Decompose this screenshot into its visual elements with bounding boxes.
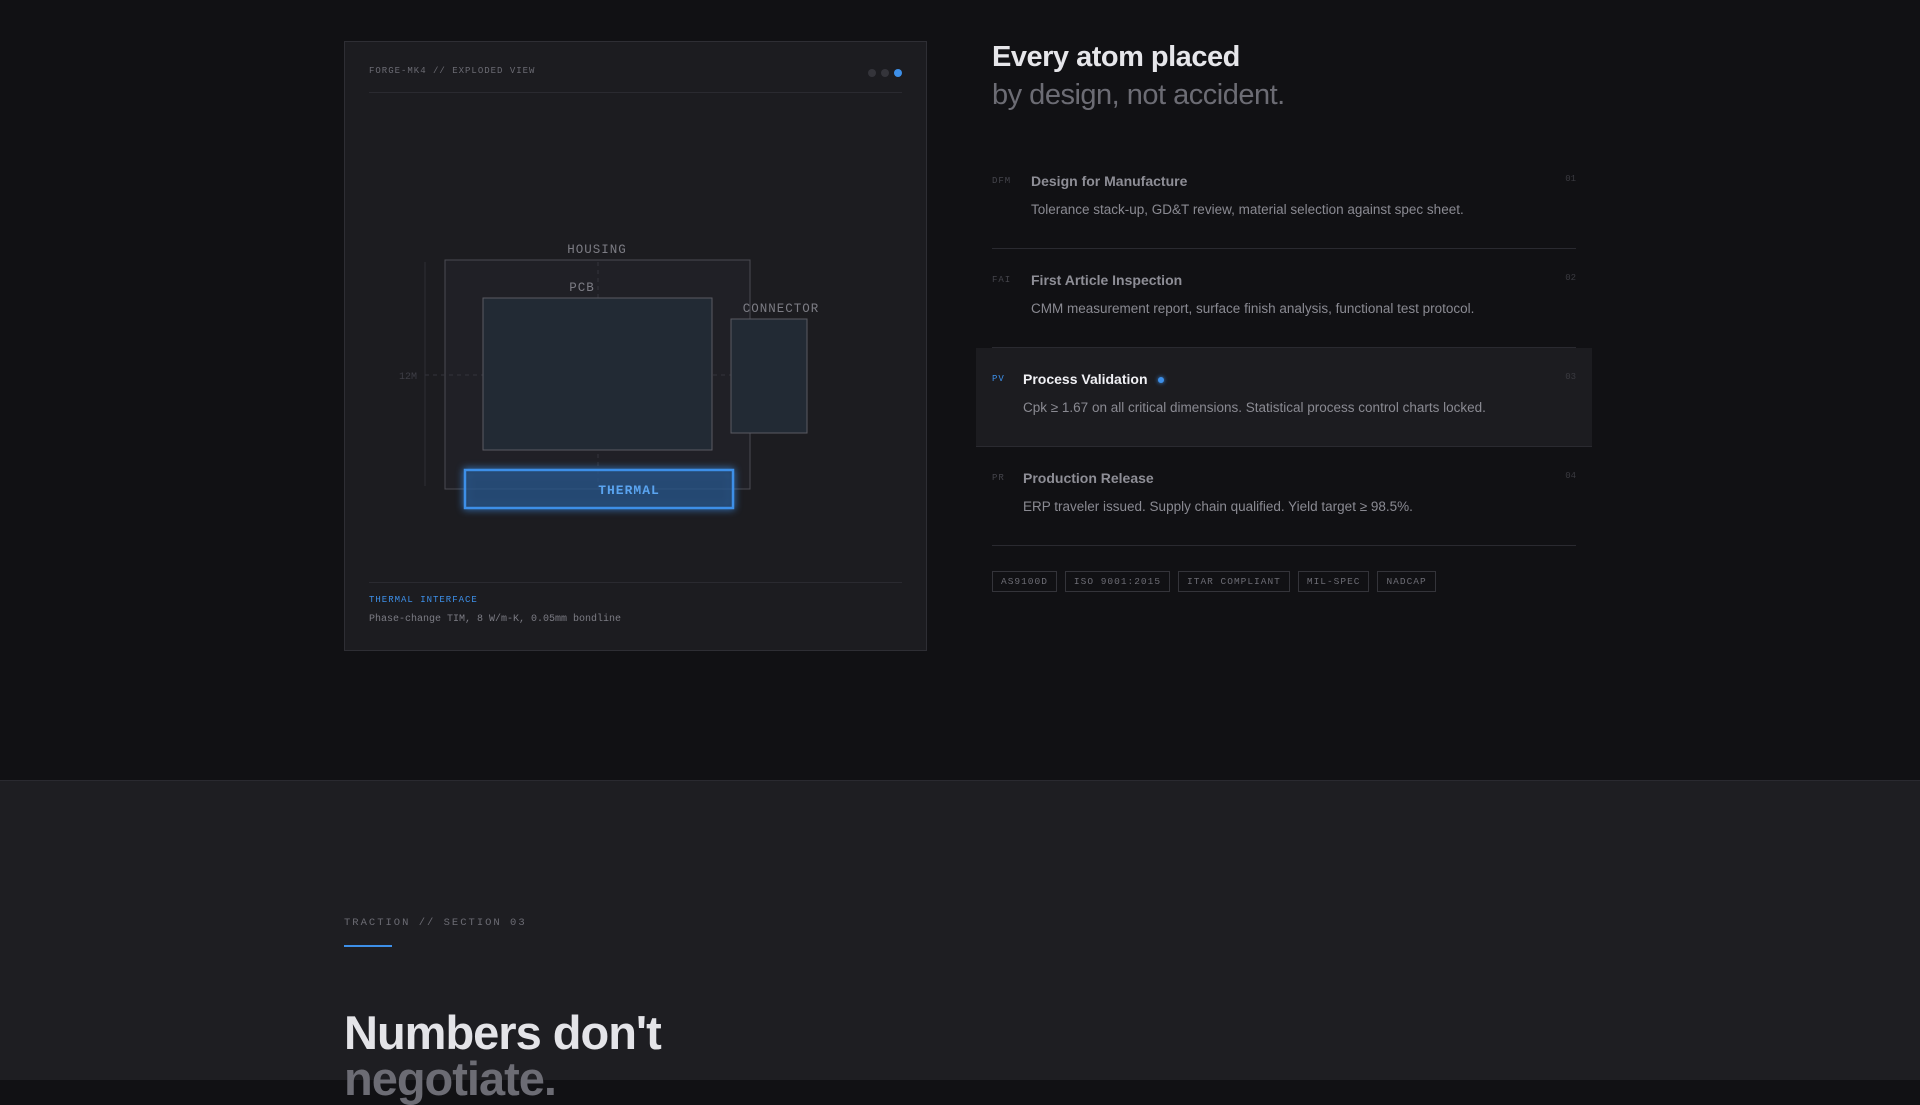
section-headline: Every atom placed [992,41,1240,73]
caption-text: Phase-change TIM, 8 W/m-K, 0.05mm bondli… [369,614,622,625]
process-description: CMM measurement report, surface finish a… [1031,301,1475,316]
process-title: Design for Manufacture [1031,173,1188,189]
thermal-label: THERMAL [598,483,660,498]
process-item-fai[interactable]: FAI First Article Inspection CMM measure… [992,249,1576,348]
process-number: 04 [1565,471,1576,481]
cert-badge-milspec: MIL-SPEC [1297,571,1370,592]
dimension-label: 12M [399,372,417,383]
section-subheadline: by design, not accident. [992,79,1285,111]
process-description: Cpk ≥ 1.67 on all critical dimensions. S… [1023,400,1486,415]
pcb-part[interactable] [482,297,713,451]
process-description: Tolerance stack-up, GD&T review, materia… [1031,202,1464,217]
connector-label: CONNECTOR [743,302,820,316]
process-list: DFM Design for Manufacture Tolerance sta… [976,150,1592,546]
process-abbr: PV [992,374,1005,384]
process-description: ERP traveler issued. Supply chain qualif… [1023,499,1413,514]
process-item-pv[interactable]: PV Process Validation Cpk ≥ 1.67 on all … [976,348,1592,447]
cert-badge-iso9001: ISO 9001:2015 [1064,571,1171,592]
process-abbr: DFM [992,176,1012,186]
section-label-underline [344,945,392,947]
housing-label: HOUSING [567,243,627,257]
exploded-view-diagram: 12M HOUSING PCB CONNECTOR THERMAL [399,243,820,510]
traction-title-line2: negotiate. [344,1052,557,1105]
cert-badge-itar: ITAR COMPLIANT [1178,571,1290,592]
process-title-wrap: Process Validation [1023,371,1164,387]
exploded-view-card: FORGE-MK4 // EXPLODED VIEW 12M HOUSING P… [344,41,927,651]
process-title: First Article Inspection [1031,272,1183,288]
process-item-pr[interactable]: PR Production Release ERP traveler issue… [992,447,1576,546]
cert-badge-nadcap: NADCAP [1377,571,1436,592]
process-item-dfm[interactable]: DFM Design for Manufacture Tolerance sta… [992,150,1576,249]
process-title: Production Release [1023,470,1154,486]
process-number: 02 [1565,273,1576,283]
process-number: 01 [1565,174,1576,184]
section-label: TRACTION // SECTION 03 [344,917,527,929]
caption-title: THERMAL INTERFACE [369,595,478,605]
process-abbr: FAI [992,275,1012,285]
process-abbr: PR [992,473,1005,483]
certification-badges: AS9100D ISO 9001:2015 ITAR COMPLIANT MIL… [992,571,1436,592]
viz-divider-bottom [369,582,902,583]
pcb-label: PCB [569,281,595,295]
manufacturing-section: FORGE-MK4 // EXPLODED VIEW 12M HOUSING P… [0,0,1920,780]
process-number: 03 [1565,372,1576,382]
connector-part[interactable] [730,318,808,434]
process-title: Process Validation [1023,371,1148,387]
traction-section: TRACTION // SECTION 03 Numbers don't neg… [0,780,1920,1105]
active-indicator-icon [1157,377,1164,384]
cert-badge-as9100d: AS9100D [992,571,1057,592]
